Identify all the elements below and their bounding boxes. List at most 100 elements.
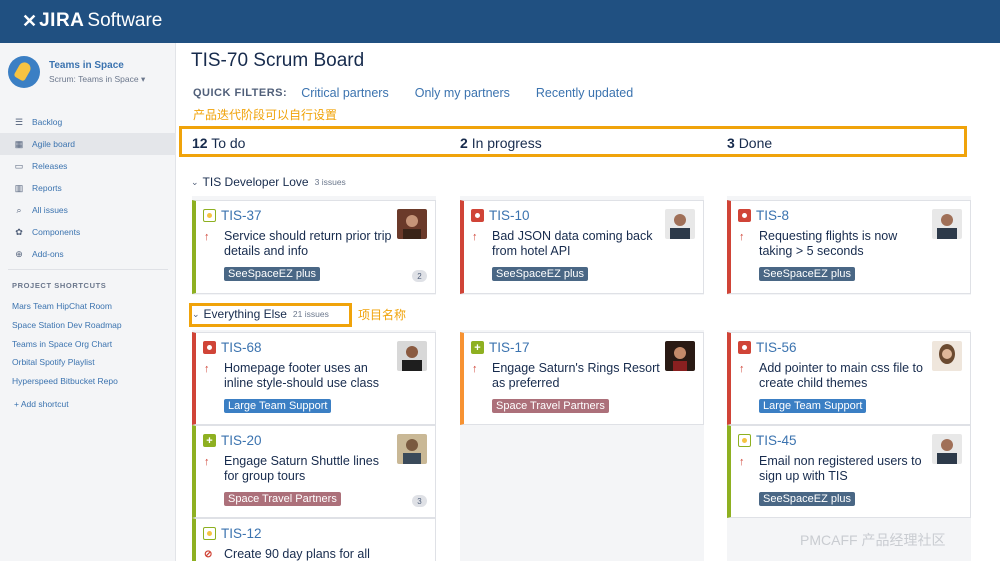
- project-header[interactable]: Teams in Space Scrum: Teams in Space ▾: [8, 56, 145, 88]
- issue-summary: Engage Saturn Shuttle lines for group to…: [224, 454, 379, 483]
- board-icon: ▦: [14, 138, 24, 149]
- shortcut-link[interactable]: Hyperspeed Bitbucket Repo: [12, 372, 122, 391]
- issue-summary: Requesting flights is now taking > 5 sec…: [759, 229, 898, 258]
- issue-card[interactable]: + TIS-20 ↑ Engage Saturn Shuttle lines fo…: [192, 425, 436, 518]
- issue-key[interactable]: TIS-20: [221, 433, 262, 448]
- story-icon: [738, 434, 751, 447]
- assignee-avatar: [397, 434, 427, 464]
- shortcut-link[interactable]: Orbital Spotify Playlist: [12, 353, 122, 372]
- column-count: 2: [460, 135, 468, 151]
- issue-key[interactable]: TIS-45: [756, 433, 797, 448]
- board-selector[interactable]: Scrum: Teams in Space ▾: [49, 74, 145, 85]
- sidebar-item-label: All issues: [32, 205, 68, 215]
- issue-key[interactable]: TIS-8: [756, 208, 789, 223]
- improvement-icon: +: [471, 341, 484, 354]
- issue-key[interactable]: TIS-68: [221, 340, 262, 355]
- epic-label[interactable]: Space Travel Partners: [224, 492, 341, 506]
- issue-key[interactable]: TIS-10: [489, 208, 530, 223]
- sidebar-item-all-issues[interactable]: ⌕ All issues: [0, 199, 176, 221]
- priority-high-icon: ↑: [739, 456, 745, 468]
- column-name: In progress: [471, 135, 542, 151]
- issue-key[interactable]: TIS-37: [221, 208, 262, 223]
- estimate-badge: 3: [412, 495, 427, 507]
- issue-summary: Add pointer to main css file to create c…: [759, 361, 923, 390]
- quick-filters-label: QUICK FILTERS:: [193, 87, 288, 99]
- issue-card[interactable]: TIS-37 ↑ Service should return prior tri…: [192, 200, 436, 294]
- bug-icon: [471, 209, 484, 222]
- jira-logo[interactable]: ✕ JIRA Software: [22, 10, 162, 32]
- issue-summary: Bad JSON data coming back from hotel API: [492, 229, 653, 258]
- epic-label[interactable]: SeeSpaceEZ plus: [492, 267, 589, 281]
- bug-icon: [738, 209, 751, 222]
- issue-card[interactable]: TIS-10 ↑ Bad JSON data coming back from …: [460, 200, 704, 294]
- filter-recently-updated[interactable]: Recently updated: [536, 86, 633, 100]
- sidebar-item-label: Backlog: [32, 117, 63, 127]
- components-icon: ✿: [15, 226, 23, 237]
- column-name: To do: [211, 135, 246, 151]
- priority-high-icon: ↑: [204, 363, 210, 375]
- story-icon: [203, 527, 216, 540]
- issue-summary: Engage Saturn's Rings Resort as preferre…: [492, 361, 660, 390]
- issue-card[interactable]: TIS-68 ↑ Homepage footer uses an inline …: [192, 332, 436, 425]
- issue-card[interactable]: TIS-12 ⊘ Create 90 day plans for all: [192, 518, 436, 561]
- issue-summary: Homepage footer uses an inline style-sho…: [224, 361, 379, 390]
- reports-icon: ▥: [14, 182, 24, 193]
- chevron-down-icon: ⌄: [191, 176, 199, 187]
- issue-card[interactable]: TIS-8 ↑ Requesting flights is now taking…: [727, 200, 971, 294]
- annotation-swimlane: 项目名称: [358, 308, 407, 322]
- shortcuts-heading: PROJECT SHORTCUTS: [12, 281, 107, 290]
- project-name[interactable]: Teams in Space: [49, 60, 145, 71]
- sidebar-divider: [8, 269, 168, 270]
- add-shortcut-link[interactable]: + Add shortcut: [14, 399, 69, 409]
- epic-label[interactable]: Large Team Support: [759, 399, 867, 413]
- sidebar-item-components[interactable]: ✿ Components: [0, 221, 176, 243]
- annotation-columns: 产品迭代阶段可以自行设置: [193, 108, 338, 122]
- filter-critical-partners[interactable]: Critical partners: [301, 86, 389, 100]
- issue-summary: Create 90 day plans for all: [224, 547, 370, 561]
- column-todo: 12 To do: [192, 135, 245, 151]
- assignee-avatar: [665, 341, 695, 371]
- issue-card[interactable]: TIS-56 ↑ Add pointer to main css file to…: [727, 332, 971, 425]
- filter-only-my-partners[interactable]: Only my partners: [415, 86, 510, 100]
- epic-label[interactable]: Space Travel Partners: [492, 399, 609, 413]
- issue-key[interactable]: TIS-12: [221, 526, 262, 541]
- sidebar-item-reports[interactable]: ▥ Reports: [0, 177, 176, 199]
- shortcut-link[interactable]: Teams in Space Org Chart: [12, 334, 122, 353]
- assignee-avatar: [932, 341, 962, 371]
- bug-icon: [738, 341, 751, 354]
- sidebar-item-backlog[interactable]: ☰ Backlog: [0, 111, 176, 133]
- issue-key[interactable]: TIS-17: [489, 340, 530, 355]
- sidebar-item-add-ons[interactable]: ⊕ Add-ons: [0, 243, 176, 265]
- jira-logo-icon: ✕: [22, 10, 38, 31]
- sidebar-item-agile-board[interactable]: ▦ Agile board: [0, 133, 176, 155]
- shortcut-link[interactable]: Mars Team HipChat Room: [12, 297, 122, 316]
- epic-label[interactable]: Large Team Support: [224, 399, 332, 413]
- estimate-badge: 2: [412, 270, 427, 282]
- epic-label[interactable]: SeeSpaceEZ plus: [759, 492, 856, 506]
- column-count: 12: [192, 135, 208, 151]
- issue-key[interactable]: TIS-56: [756, 340, 797, 355]
- swimlane-count: 3 issues: [314, 177, 346, 187]
- bug-icon: [203, 341, 216, 354]
- sidebar-item-releases[interactable]: ▭ Releases: [0, 155, 176, 177]
- improvement-icon: +: [203, 434, 216, 447]
- issue-card[interactable]: TIS-45 ↑ Email non registered users to s…: [727, 425, 971, 518]
- priority-high-icon: ↑: [739, 363, 745, 375]
- assignee-avatar: [932, 434, 962, 464]
- column-done: 3 Done: [727, 135, 772, 151]
- column-name: Done: [738, 135, 773, 151]
- issue-summary: Service should return prior trip details…: [224, 229, 392, 258]
- epic-label[interactable]: SeeSpaceEZ plus: [759, 267, 856, 281]
- quick-filters: QUICK FILTERS: Critical partners Only my…: [193, 86, 659, 100]
- assignee-avatar: [932, 209, 962, 239]
- priority-high-icon: ↑: [204, 231, 210, 243]
- shortcut-link[interactable]: Space Station Dev Roadmap: [12, 316, 122, 335]
- epic-label[interactable]: SeeSpaceEZ plus: [224, 267, 321, 281]
- releases-icon: ▭: [14, 160, 24, 171]
- swimlane-header[interactable]: ⌄ TIS Developer Love 3 issues: [191, 175, 346, 189]
- issue-card[interactable]: + TIS-17 ↑ Engage Saturn's Rings Resort a…: [460, 332, 704, 425]
- assignee-avatar: [397, 341, 427, 371]
- sidebar-nav: ☰ Backlog ▦ Agile board ▭ Releases ▥ Rep…: [0, 111, 176, 265]
- issue-summary: Email non registered users to sign up wi…: [759, 454, 922, 483]
- priority-high-icon: ↑: [472, 363, 478, 375]
